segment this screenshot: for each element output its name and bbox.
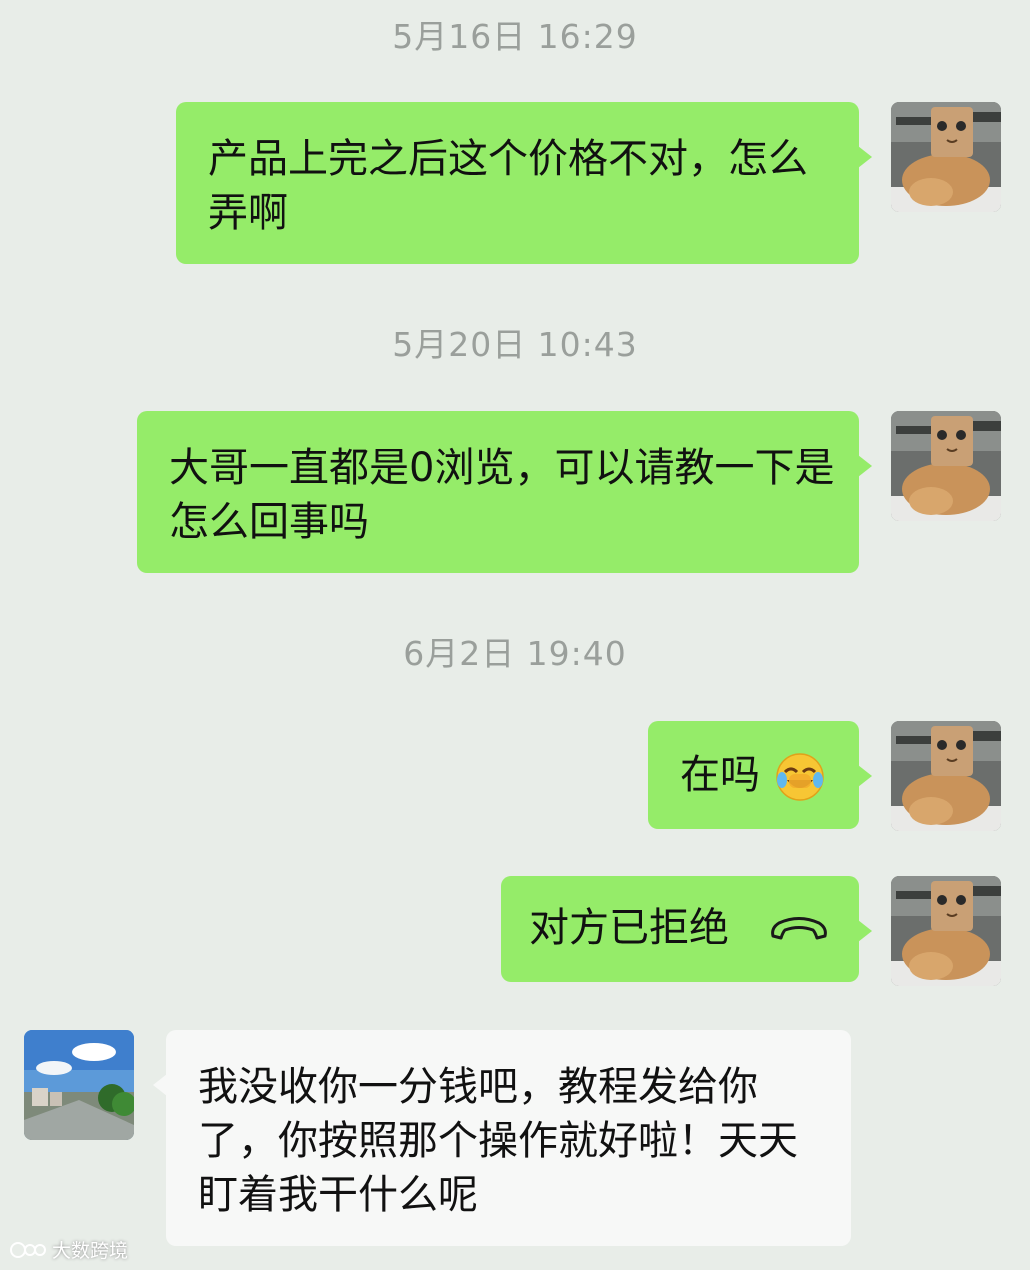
cat-avatar-icon: [891, 411, 1001, 521]
message-text: 大哥一直都是0浏览，可以请教一下是怎么回事吗: [169, 445, 835, 545]
message-text: 产品上完之后这个价格不对，怎么弄啊: [208, 136, 808, 236]
message-bubble[interactable]: 在吗: [648, 721, 872, 829]
message-text: 对方已拒绝: [529, 905, 729, 951]
road-avatar-icon: [24, 1030, 134, 1140]
message-bubble[interactable]: 我没收你一分钱吧，教程发给你了，你按照那个操作就好啦！天天盯着我干什么呢: [153, 1030, 851, 1246]
watermark-text: 大数跨境: [52, 1240, 129, 1262]
avatar[interactable]: [891, 411, 1001, 521]
cat-avatar-icon: [891, 721, 1001, 831]
timestamp: 5月20日 10:43: [392, 325, 638, 364]
message-bubble[interactable]: 产品上完之后这个价格不对，怎么弄啊: [176, 102, 872, 264]
message-bubble[interactable]: 大哥一直都是0浏览，可以请教一下是怎么回事吗: [137, 411, 872, 573]
face-with-tears-of-joy-icon: [775, 753, 824, 801]
watermark-logo-icon: [10, 1241, 46, 1258]
avatar[interactable]: [891, 102, 1001, 212]
timestamp: 6月2日 19:40: [403, 634, 627, 673]
contact-avatar[interactable]: [24, 1030, 134, 1140]
cat-avatar-icon: [891, 102, 1001, 212]
watermark: 大数跨境: [10, 1236, 128, 1263]
phone-hangup-icon: [771, 917, 827, 940]
message-text: 在吗: [680, 752, 760, 798]
avatar[interactable]: [891, 721, 1001, 831]
cat-avatar-icon: [891, 876, 1001, 986]
avatar[interactable]: [891, 876, 1001, 986]
timestamp: 5月16日 16:29: [392, 17, 638, 56]
message-text: 我没收你一分钱吧，教程发给你了，你按照那个操作就好啦！天天盯着我干什么呢: [198, 1064, 798, 1218]
call-declined-bubble[interactable]: 对方已拒绝: [501, 876, 872, 982]
